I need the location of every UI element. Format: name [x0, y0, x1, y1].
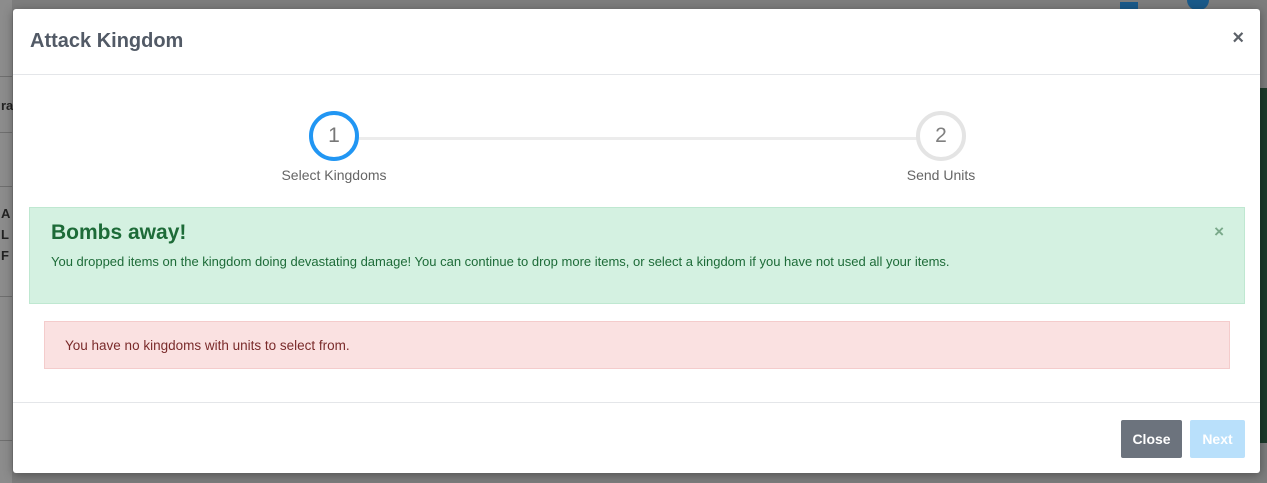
- background-divider: [0, 76, 12, 77]
- step-send-units[interactable]: 2 Send Units: [861, 111, 1021, 183]
- next-button[interactable]: Next: [1190, 420, 1245, 458]
- background-image-right: [1259, 88, 1267, 443]
- modal-footer: Close Next: [13, 402, 1260, 473]
- background-text-fragment: L: [1, 227, 9, 242]
- background-text-fragment: ra: [1, 98, 14, 113]
- alert-title: Bombs away!: [51, 221, 187, 244]
- modal-title: Attack Kingdom: [30, 30, 184, 52]
- background-divider: [0, 186, 12, 187]
- background-text-fragment: A: [1, 206, 11, 221]
- background-divider: [0, 132, 12, 133]
- step-label: Select Kingdoms: [281, 167, 387, 183]
- background-divider: [0, 440, 12, 441]
- alert-message: You dropped items on the kingdom doing d…: [51, 254, 950, 269]
- no-kingdoms-alert: You have no kingdoms with units to selec…: [44, 321, 1230, 369]
- background-divider: [0, 296, 12, 297]
- modal-header: Attack Kingdom ×: [13, 9, 1260, 75]
- background-text-fragment: F: [1, 248, 9, 263]
- dismiss-alert-icon[interactable]: ×: [1214, 222, 1224, 242]
- step-label: Send Units: [906, 167, 976, 183]
- stepper: 1 Select Kingdoms 2 Send Units: [13, 75, 1260, 185]
- step-number-circle: 2: [916, 111, 966, 161]
- close-button[interactable]: Close: [1121, 420, 1182, 458]
- stepper-connector: [358, 137, 918, 140]
- success-alert: Bombs away! You dropped items on the kin…: [29, 207, 1245, 304]
- step-select-kingdoms[interactable]: 1 Select Kingdoms: [254, 111, 414, 183]
- attack-kingdom-modal: Attack Kingdom × 1 Select Kingdoms 2 Sen…: [13, 9, 1260, 473]
- step-number-circle: 1: [309, 111, 359, 161]
- close-icon[interactable]: ×: [1232, 27, 1244, 50]
